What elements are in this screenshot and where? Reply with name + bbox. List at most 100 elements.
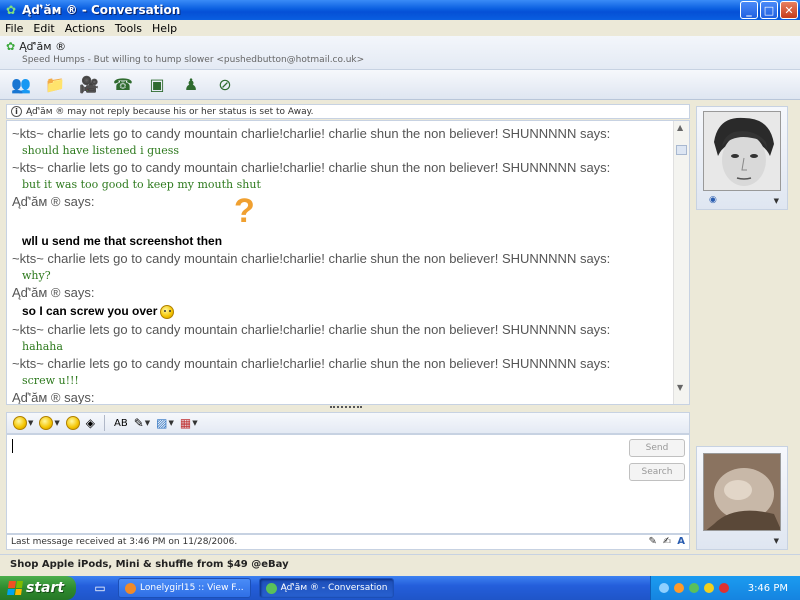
messenger-icon — [265, 582, 277, 594]
contact-picture-panel: ◉ ▼ — [696, 106, 788, 210]
video-call-icon[interactable]: 🎥 — [76, 73, 102, 97]
pen-icon: ✎ — [133, 416, 144, 430]
voice-call-icon[interactable]: ☎ — [110, 73, 136, 97]
menu-edit[interactable]: Edit — [28, 22, 59, 35]
chevron-down-icon[interactable]: ▼ — [774, 197, 779, 205]
block-icon[interactable]: ⊘ — [212, 73, 238, 97]
away-notice-text: Ąď'ăм ® may not reply because his or her… — [26, 106, 314, 117]
taskbar: start ▭ Lonelygirl15 :: View F... Ąď'ăм … — [0, 576, 800, 600]
invite-contact-icon[interactable]: 👥 — [8, 73, 34, 97]
show-desktop-icon[interactable]: ▭ — [90, 578, 110, 598]
message-header: Ąď'ăм ® says: — [12, 390, 95, 405]
minimize-button[interactable]: _ — [740, 1, 758, 19]
menu-tools[interactable]: Tools — [110, 22, 147, 35]
contact-photo — [704, 112, 780, 190]
chevron-down-icon: ▼ — [54, 419, 60, 427]
emoticons-button[interactable]: ▼ — [13, 416, 33, 430]
my-picture-panel: ▼ — [696, 446, 788, 550]
message-header: ~kts~ charlie lets go to candy mountain … — [12, 160, 611, 175]
message-body: should have listened i guess — [22, 144, 180, 157]
font-button[interactable]: AB — [114, 418, 128, 429]
status-line: Last message received at 3:46 PM on 11/2… — [6, 534, 690, 550]
info-icon: i — [11, 106, 22, 117]
contact-personal-message: Speed Humps - But willing to hump slower… — [22, 55, 365, 65]
antivirus-icon[interactable] — [719, 583, 729, 593]
my-photo — [704, 454, 780, 530]
search-button[interactable]: Search — [629, 463, 685, 481]
gift-button[interactable]: ▦ ▼ — [180, 416, 198, 430]
type-text-icon[interactable]: A — [677, 536, 685, 547]
webcam-icon[interactable]: ◉ — [709, 195, 717, 205]
scroll-down-icon[interactable]: ▼ — [677, 383, 683, 392]
my-display-picture[interactable] — [703, 453, 781, 531]
task-label: Ąď'ăм ® - Conversation — [280, 583, 388, 593]
message-body: hahaha — [22, 340, 63, 353]
contact-name[interactable]: Ąď'ăм ® — [19, 40, 66, 53]
pane-splitter[interactable] — [330, 406, 362, 410]
maximize-button[interactable]: □ — [760, 1, 778, 19]
message-compose-area[interactable]: Send Search — [6, 434, 690, 534]
formatting-toolbar: ▼ ▼ ◈ AB ✎ ▼ ▨ ▼ ▦ ▼ — [6, 412, 690, 434]
nudge-icon — [65, 416, 80, 430]
messenger-buddy-icon: ✿ — [5, 3, 17, 17]
messenger-tray-icon[interactable] — [689, 583, 699, 593]
security-alert-icon[interactable] — [704, 583, 714, 593]
color-button[interactable]: ✎ ▼ — [134, 416, 150, 430]
chevron-down-icon[interactable]: ▼ — [774, 537, 779, 545]
activities-icon[interactable]: ▣ — [144, 73, 170, 97]
ink-icon[interactable]: ✍ — [663, 536, 671, 547]
send-files-icon[interactable]: 📁 — [42, 73, 68, 97]
chevron-down-icon: ▼ — [28, 419, 34, 427]
wink-icon — [39, 416, 54, 430]
menu-file[interactable]: File — [0, 22, 28, 35]
chevron-down-icon: ▼ — [192, 419, 198, 427]
message-header: Ąď'ăм ® says: — [12, 285, 95, 300]
volume-icon[interactable] — [674, 583, 684, 593]
wink-smiley-icon — [160, 304, 175, 319]
background-icon: ▨ — [156, 416, 168, 430]
task-label: Lonelygirl15 :: View F... — [140, 583, 244, 593]
games-icon[interactable]: ♟ — [178, 73, 204, 97]
taskbar-item-conversation[interactable]: Ąď'ăм ® - Conversation — [258, 578, 395, 598]
message-body: screw u!!! — [22, 374, 79, 387]
background-button[interactable]: ▨ ▼ — [156, 416, 174, 430]
advertisement-banner[interactable]: Shop Apple iPods, Mini & shuffle from $4… — [0, 554, 800, 574]
message-body: but it was too good to keep my mouth shu… — [22, 178, 261, 191]
message-body-wrap: wll u send me that screenshot then ? — [22, 194, 672, 250]
start-button[interactable]: start — [0, 576, 76, 600]
font-icon: AB — [114, 417, 128, 429]
contact-status-icon: ✿ — [6, 40, 16, 53]
taskbar-item-browser[interactable]: Lonelygirl15 :: View F... — [118, 578, 251, 598]
window-title: Ąď'ăм ® - Conversation — [22, 3, 181, 17]
message-header: ~kts~ charlie lets go to candy mountain … — [12, 251, 611, 266]
windows-logo-icon — [7, 581, 23, 595]
message-header: Ąď'ăм ® says: — [12, 194, 95, 209]
scroll-up-icon[interactable]: ▲ — [677, 123, 683, 132]
network-icon[interactable] — [659, 583, 669, 593]
menu-bar: File Edit Actions Tools Help — [0, 20, 800, 36]
menu-help[interactable]: Help — [147, 22, 182, 35]
voice-clip-button[interactable]: ◈ — [86, 416, 95, 430]
chat-history[interactable]: ~kts~ charlie lets go to candy mountain … — [6, 120, 690, 405]
message-header: ~kts~ charlie lets go to candy mountain … — [12, 126, 611, 141]
voice-clip-icon: ◈ — [85, 416, 96, 430]
message-body-wrap: so I can screw you over — [22, 301, 672, 321]
away-notice: i Ąď'ăм ® may not reply because his or h… — [6, 104, 690, 119]
text-caret — [12, 439, 13, 453]
action-toolbar: 👥 📁 🎥 ☎ ▣ ♟ ⊘ — [0, 70, 800, 100]
question-mark-emoticon: ? — [234, 192, 255, 230]
toolbar-divider — [104, 415, 106, 431]
close-button[interactable]: ✕ — [780, 1, 798, 19]
contact-display-picture[interactable] — [703, 111, 781, 191]
history-scrollbar[interactable]: ▲ ▼ — [673, 121, 689, 404]
start-label: start — [26, 580, 65, 596]
title-bar[interactable]: ✿ Ąď'ăм ® - Conversation _ □ ✕ — [0, 0, 800, 20]
menu-actions[interactable]: Actions — [60, 22, 110, 35]
handwriting-icon[interactable]: ✎ — [648, 536, 656, 547]
scroll-thumb[interactable] — [676, 145, 687, 155]
last-message-status: Last message received at 3:46 PM on 11/2… — [11, 537, 238, 547]
nudge-button[interactable] — [65, 416, 80, 430]
winks-button[interactable]: ▼ — [39, 416, 60, 430]
smiley-icon — [13, 416, 27, 430]
send-button[interactable]: Send — [629, 439, 685, 457]
